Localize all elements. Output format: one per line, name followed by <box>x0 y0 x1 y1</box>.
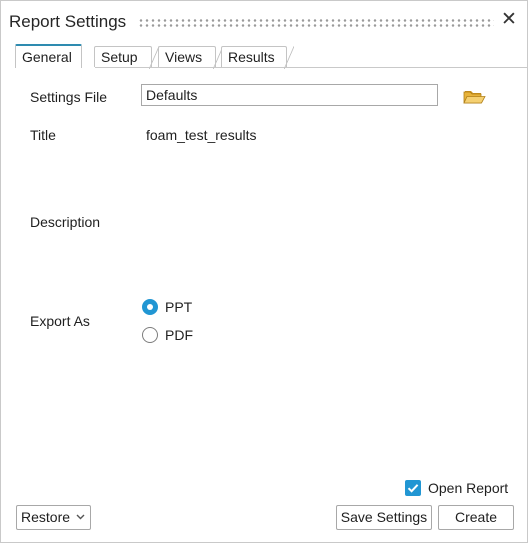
tab-views[interactable]: Views <box>158 46 223 69</box>
export-ppt-label: PPT <box>165 299 193 315</box>
tab-general[interactable]: General <box>15 44 82 68</box>
tab-setup[interactable]: Setup <box>94 46 159 69</box>
chevron-down-icon <box>76 507 85 536</box>
settings-file-input[interactable]: Defaults <box>141 84 438 106</box>
tab-setup-label: Setup <box>101 49 138 65</box>
close-icon[interactable]: ✕ <box>500 10 518 29</box>
folder-open-icon <box>463 91 486 104</box>
report-settings-dialog: Report Settings ✕ General Setup Views Re… <box>0 0 528 543</box>
save-settings-button[interactable]: Save Settings <box>336 505 432 530</box>
restore-label: Restore <box>21 509 71 525</box>
title-label: Title <box>30 127 56 143</box>
radio-selected-icon <box>142 299 158 315</box>
checkmark-icon <box>405 480 421 496</box>
drag-handle[interactable] <box>138 18 494 27</box>
tab-general-label: General <box>22 49 72 65</box>
export-as-label: Export As <box>30 313 90 329</box>
tab-divider <box>95 67 528 68</box>
restore-dropdown-button[interactable]: Restore <box>16 505 91 530</box>
tab-bar: General Setup Views Results <box>15 44 528 69</box>
dialog-title: Report Settings <box>9 12 127 31</box>
title-value[interactable]: foam_test_results <box>146 127 257 143</box>
create-button[interactable]: Create <box>438 505 514 530</box>
settings-file-label: Settings File <box>30 89 108 105</box>
description-label: Description <box>30 214 101 230</box>
tab-results-label: Results <box>228 49 275 65</box>
tab-views-label: Views <box>165 49 203 65</box>
export-pdf-label: PDF <box>165 327 193 343</box>
title-bar[interactable]: Report Settings ✕ <box>1 1 527 41</box>
tab-results[interactable]: Results <box>221 46 294 69</box>
open-report-label: Open Report <box>428 480 509 496</box>
browse-folder-button[interactable] <box>452 83 498 110</box>
radio-unselected-icon <box>142 327 158 343</box>
